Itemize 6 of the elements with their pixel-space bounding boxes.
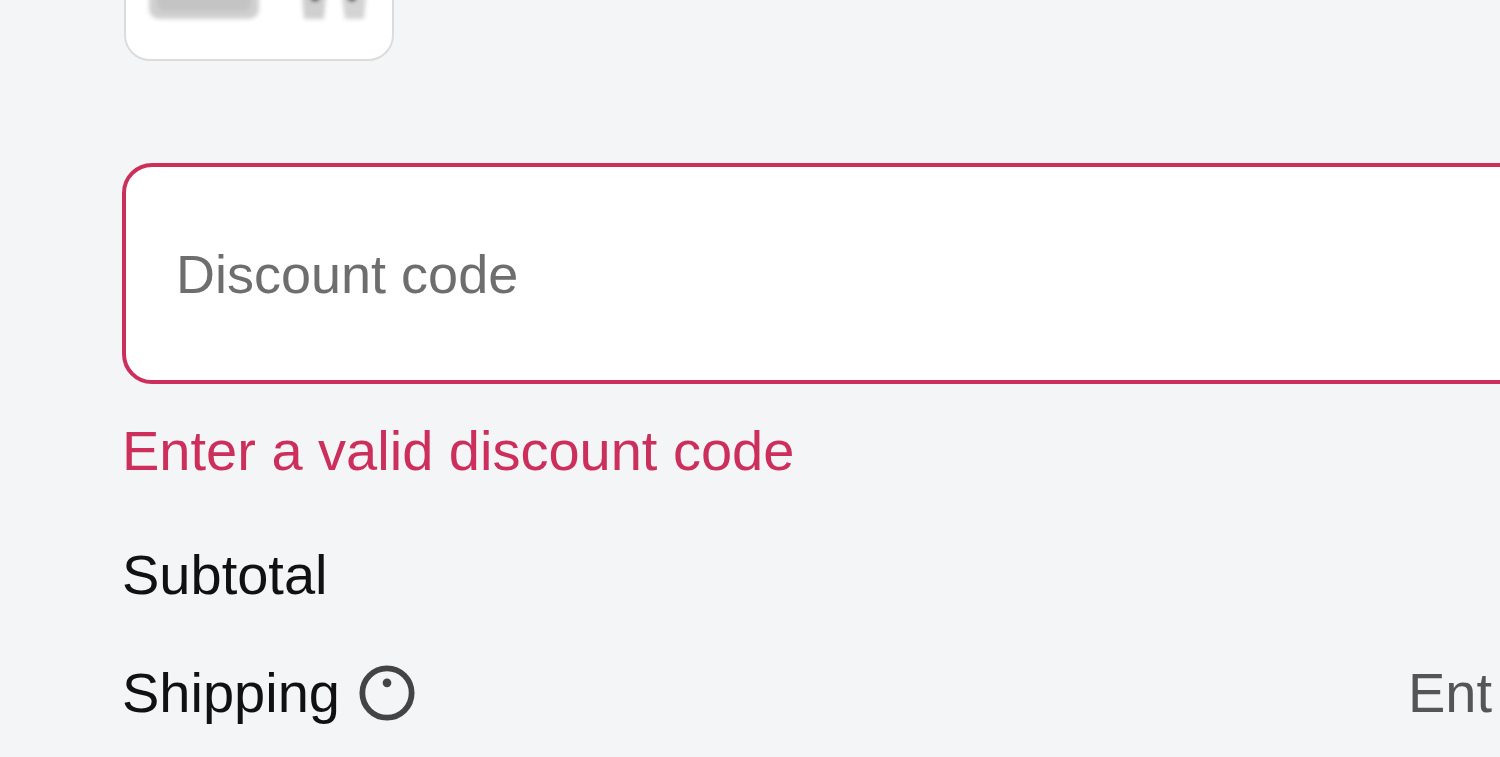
discount-code-field[interactable]: Discount code bbox=[122, 163, 1500, 384]
error-message: Enter a valid discount code bbox=[122, 419, 795, 483]
summary-label: Subtotal bbox=[122, 543, 328, 607]
summary-label: Shipping bbox=[122, 661, 340, 725]
summary-value: Ent bbox=[1407, 661, 1492, 725]
help-icon[interactable] bbox=[357, 664, 416, 722]
